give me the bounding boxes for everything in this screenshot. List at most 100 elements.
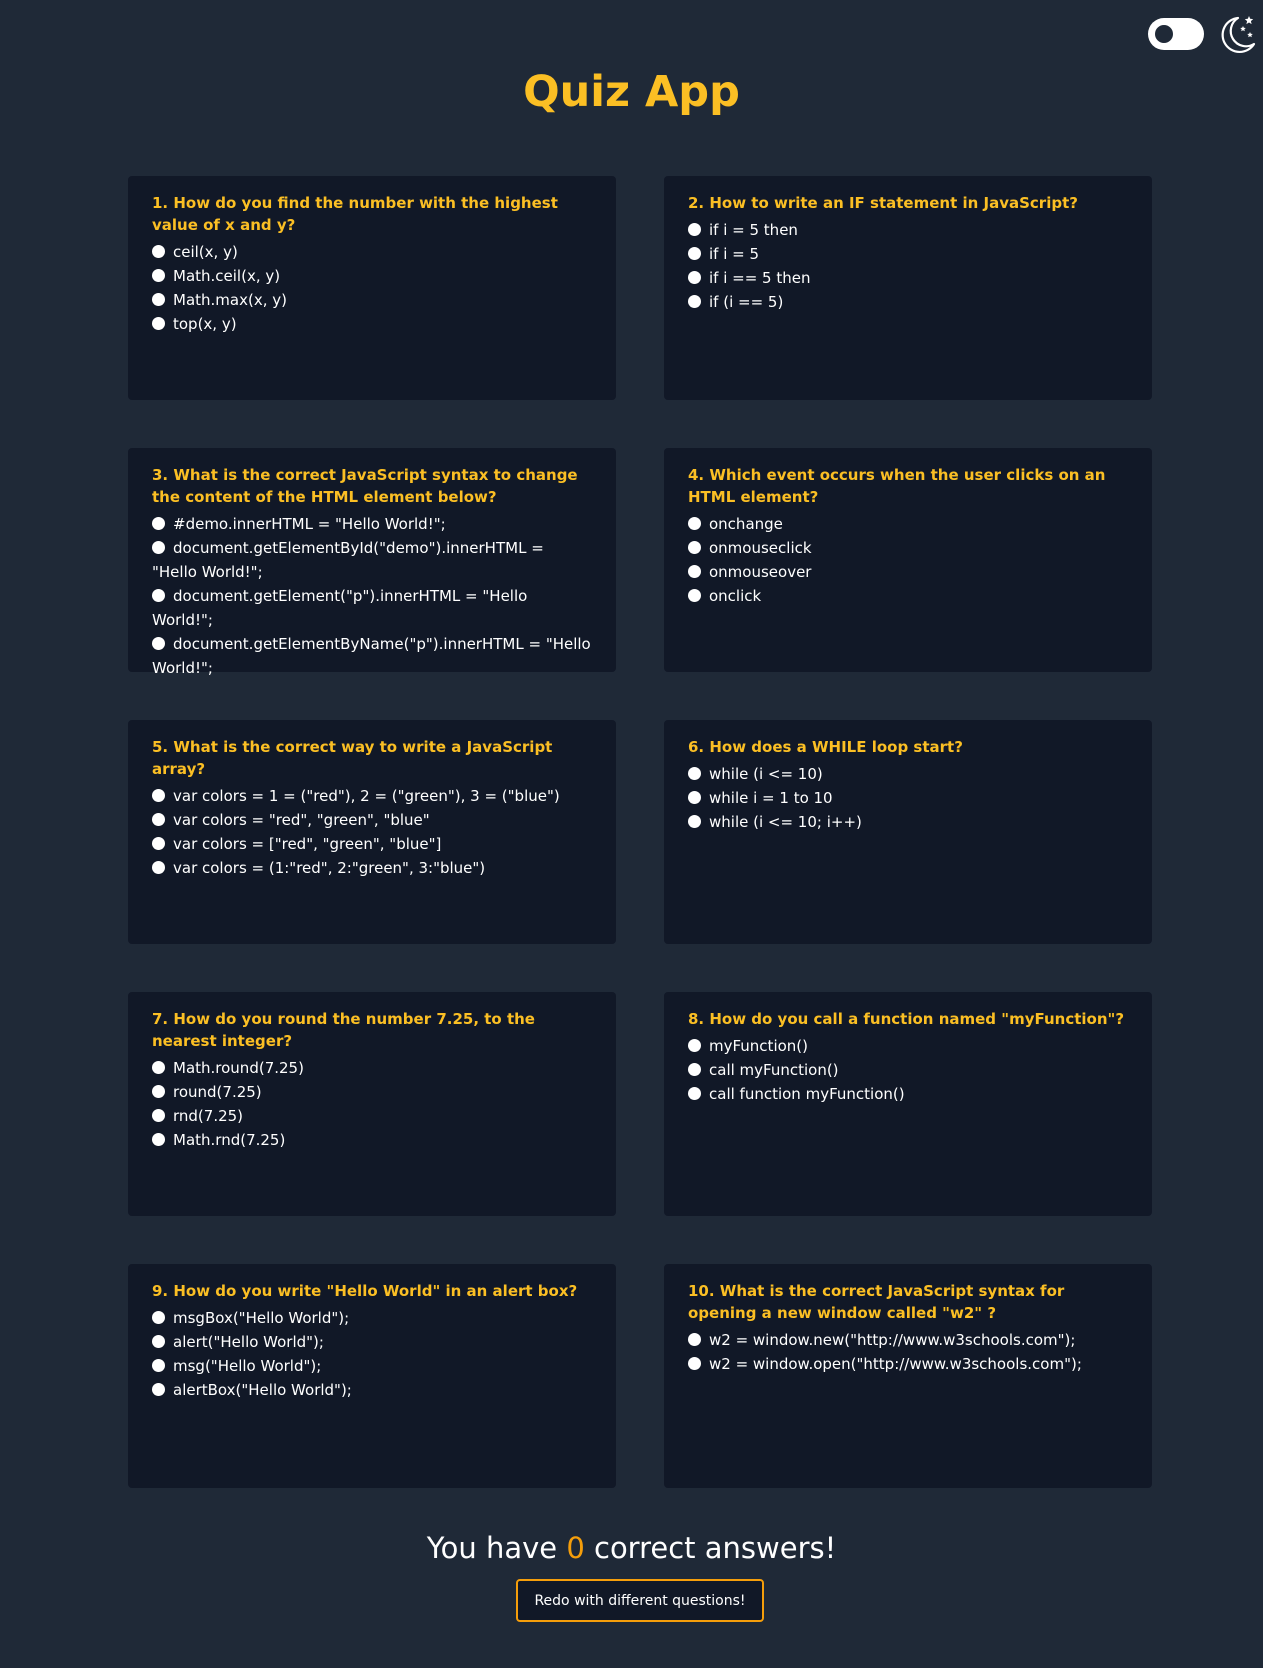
radio-button[interactable] — [688, 791, 701, 804]
answer-option[interactable]: while i = 1 to 10 — [688, 786, 1128, 810]
answer-option[interactable]: document.getElement("p").innerHTML = "He… — [152, 584, 592, 632]
answer-label: while (i <= 10; i++) — [709, 813, 862, 831]
answer-option[interactable]: w2 = window.new("http://www.w3schools.co… — [688, 1328, 1128, 1352]
score-count: 0 — [566, 1531, 585, 1565]
radio-button[interactable] — [688, 1087, 701, 1100]
radio-button[interactable] — [152, 245, 165, 258]
answer-option[interactable]: onmouseclick — [688, 536, 1128, 560]
answer-option[interactable]: alert("Hello World"); — [152, 1330, 592, 1354]
answer-option[interactable]: Math.max(x, y) — [152, 288, 592, 312]
answer-label: ceil(x, y) — [173, 243, 238, 261]
radio-button[interactable] — [152, 789, 165, 802]
answer-option[interactable]: alertBox("Hello World"); — [152, 1378, 592, 1402]
score-suffix: correct answers! — [594, 1531, 837, 1565]
answer-label: call myFunction() — [709, 1061, 839, 1079]
answer-option[interactable]: Math.round(7.25) — [152, 1056, 592, 1080]
radio-button[interactable] — [152, 1359, 165, 1372]
radio-button[interactable] — [152, 293, 165, 306]
answer-label: Math.round(7.25) — [173, 1059, 304, 1077]
radio-button[interactable] — [152, 637, 165, 650]
answer-option[interactable]: onchange — [688, 512, 1128, 536]
answer-option[interactable]: if (i == 5) — [688, 290, 1128, 314]
answer-label: document.getElementByName("p").innerHTML… — [152, 635, 591, 677]
answer-label: onmouseclick — [709, 539, 812, 557]
radio-button[interactable] — [688, 223, 701, 236]
radio-button[interactable] — [688, 271, 701, 284]
answer-option[interactable]: var colors = ["red", "green", "blue"] — [152, 832, 592, 856]
radio-button[interactable] — [152, 1383, 165, 1396]
radio-button[interactable] — [688, 767, 701, 780]
question-card: 5. What is the correct way to write a Ja… — [128, 720, 616, 944]
theme-toggle[interactable] — [1148, 18, 1204, 50]
answer-option[interactable]: if i == 5 then — [688, 266, 1128, 290]
answer-option[interactable]: msgBox("Hello World"); — [152, 1306, 592, 1330]
question-title: 4. Which event occurs when the user clic… — [688, 466, 1106, 506]
answer-option[interactable]: var colors = 1 = ("red"), 2 = ("green"),… — [152, 784, 592, 808]
answer-option[interactable]: while (i <= 10) — [688, 762, 1128, 786]
answer-option[interactable]: onmouseover — [688, 560, 1128, 584]
answer-option[interactable]: if i = 5 — [688, 242, 1128, 266]
radio-button[interactable] — [688, 565, 701, 578]
radio-button[interactable] — [152, 589, 165, 602]
answer-option[interactable]: round(7.25) — [152, 1080, 592, 1104]
answer-label: onmouseover — [709, 563, 812, 581]
radio-button[interactable] — [152, 317, 165, 330]
radio-button[interactable] — [152, 1133, 165, 1146]
redo-button[interactable]: Redo with different questions! — [516, 1579, 764, 1622]
answer-option[interactable]: onclick — [688, 584, 1128, 608]
answer-option[interactable]: call function myFunction() — [688, 1082, 1128, 1106]
radio-button[interactable] — [688, 1333, 701, 1346]
answer-option[interactable]: Math.rnd(7.25) — [152, 1128, 592, 1152]
answer-label: if i == 5 then — [709, 269, 811, 287]
radio-button[interactable] — [152, 813, 165, 826]
answer-option[interactable]: document.getElementByName("p").innerHTML… — [152, 632, 592, 680]
radio-button[interactable] — [152, 1085, 165, 1098]
radio-button[interactable] — [688, 295, 701, 308]
radio-button[interactable] — [152, 269, 165, 282]
answer-option[interactable]: Math.ceil(x, y) — [152, 264, 592, 288]
answer-label: rnd(7.25) — [173, 1107, 244, 1125]
radio-button[interactable] — [688, 541, 701, 554]
answer-option[interactable]: call myFunction() — [688, 1058, 1128, 1082]
radio-button[interactable] — [688, 1039, 701, 1052]
answer-option[interactable]: if i = 5 then — [688, 218, 1128, 242]
answer-option[interactable]: document.getElementById("demo").innerHTM… — [152, 536, 592, 584]
radio-button[interactable] — [688, 589, 701, 602]
radio-button[interactable] — [152, 1061, 165, 1074]
answer-label: while (i <= 10) — [709, 765, 823, 783]
answer-option[interactable]: top(x, y) — [152, 312, 592, 336]
quiz-grid: 1. How do you find the number with the h… — [128, 176, 1152, 1488]
answer-option[interactable]: msg("Hello World"); — [152, 1354, 592, 1378]
answer-label: alertBox("Hello World"); — [173, 1381, 352, 1399]
answer-label: msg("Hello World"); — [173, 1357, 322, 1375]
answer-label: w2 = window.new("http://www.w3schools.co… — [709, 1331, 1076, 1349]
answer-option[interactable]: var colors = (1:"red", 2:"green", 3:"blu… — [152, 856, 592, 880]
radio-button[interactable] — [688, 247, 701, 260]
radio-button[interactable] — [688, 1063, 701, 1076]
radio-button[interactable] — [152, 861, 165, 874]
answer-label: round(7.25) — [173, 1083, 262, 1101]
radio-button[interactable] — [688, 1357, 701, 1370]
answer-label: onclick — [709, 587, 762, 605]
answer-option[interactable]: #demo.innerHTML = "Hello World!"; — [152, 512, 592, 536]
answer-label: Math.ceil(x, y) — [173, 267, 281, 285]
answer-option[interactable]: rnd(7.25) — [152, 1104, 592, 1128]
radio-button[interactable] — [152, 837, 165, 850]
radio-button[interactable] — [688, 815, 701, 828]
radio-button[interactable] — [152, 517, 165, 530]
answer-label: document.getElementById("demo").innerHTM… — [152, 539, 544, 581]
answer-label: if i = 5 — [709, 245, 760, 263]
radio-button[interactable] — [152, 1109, 165, 1122]
radio-button[interactable] — [152, 1311, 165, 1324]
question-title: 10. What is the correct JavaScript synta… — [688, 1282, 1065, 1322]
radio-button[interactable] — [152, 541, 165, 554]
answer-option[interactable]: ceil(x, y) — [152, 240, 592, 264]
answer-option[interactable]: w2 = window.open("http://www.w3schools.c… — [688, 1352, 1128, 1376]
radio-button[interactable] — [688, 517, 701, 530]
radio-button[interactable] — [152, 1335, 165, 1348]
question-title: 1. How do you find the number with the h… — [152, 194, 558, 234]
answer-label: #demo.innerHTML = "Hello World!"; — [173, 515, 446, 533]
answer-option[interactable]: while (i <= 10; i++) — [688, 810, 1128, 834]
answer-option[interactable]: myFunction() — [688, 1034, 1128, 1058]
answer-option[interactable]: var colors = "red", "green", "blue" — [152, 808, 592, 832]
